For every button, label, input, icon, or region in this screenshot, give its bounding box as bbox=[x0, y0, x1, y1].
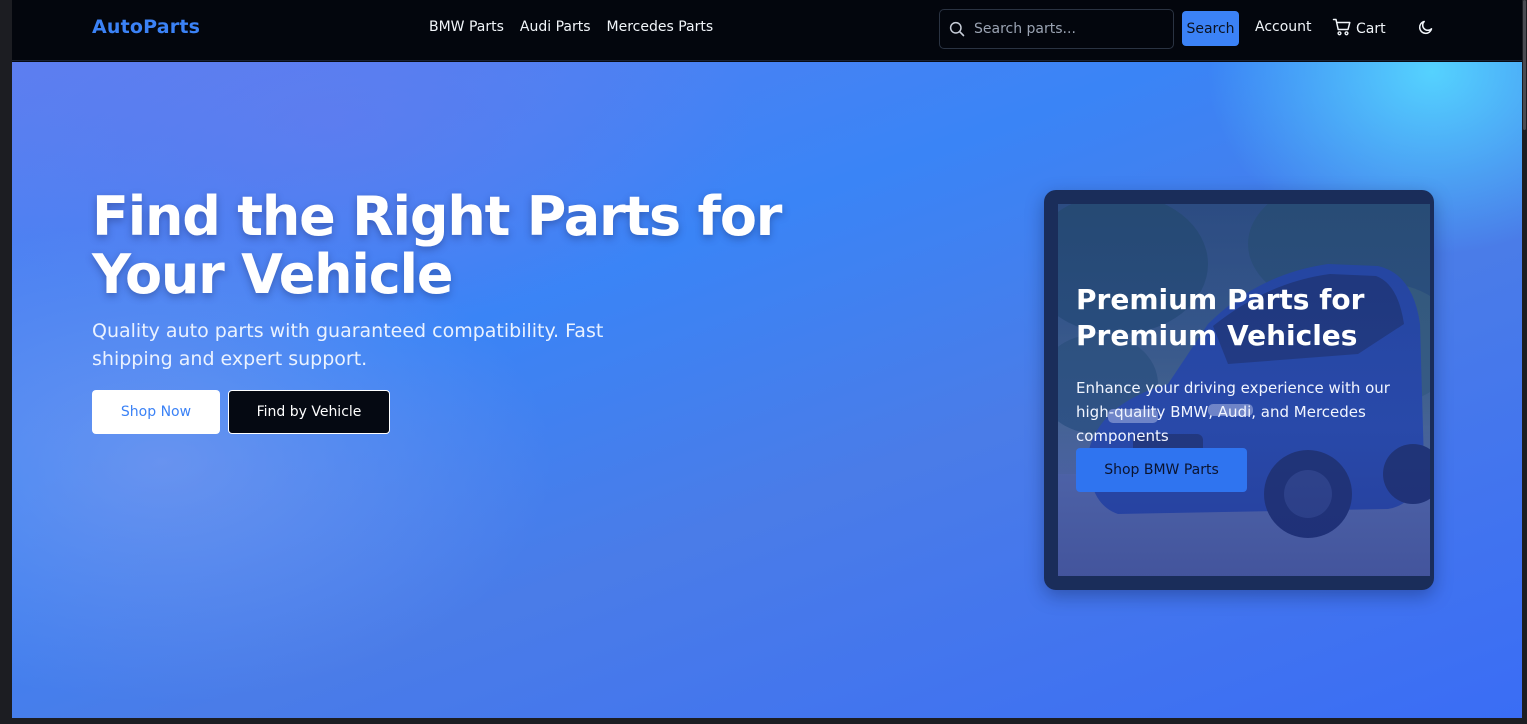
moon-icon bbox=[1418, 19, 1434, 39]
find-by-vehicle-button[interactable]: Find by Vehicle bbox=[228, 390, 390, 434]
window-bottom-edge bbox=[0, 718, 1527, 724]
nav-link-bmw-parts[interactable]: BMW Parts bbox=[429, 19, 504, 35]
page: AutoParts BMW Parts Audi Parts Mercedes … bbox=[12, 0, 1522, 718]
main-nav: BMW Parts Audi Parts Mercedes Parts bbox=[429, 19, 713, 35]
search-icon bbox=[940, 9, 974, 49]
scrollbar[interactable] bbox=[1522, 0, 1527, 724]
search-box bbox=[939, 9, 1174, 49]
promo-text: Enhance your driving experience with our… bbox=[1076, 379, 1390, 445]
scrollbar-thumb[interactable] bbox=[1523, 0, 1526, 130]
search-button[interactable]: Search bbox=[1182, 11, 1239, 46]
search-input[interactable] bbox=[974, 10, 1173, 48]
nav-link-audi-parts[interactable]: Audi Parts bbox=[520, 19, 591, 35]
promo-card: Premium Parts for Premium Vehicles Enhan… bbox=[1044, 190, 1434, 590]
shop-bmw-parts-button[interactable]: Shop BMW Parts bbox=[1076, 448, 1247, 492]
navbar: AutoParts BMW Parts Audi Parts Mercedes … bbox=[12, 0, 1522, 61]
account-link[interactable]: Account bbox=[1255, 19, 1312, 35]
browser-window: AutoParts BMW Parts Audi Parts Mercedes … bbox=[0, 0, 1527, 724]
cart-icon bbox=[1332, 17, 1352, 41]
cart-label: Cart bbox=[1356, 21, 1386, 37]
hero-section: Find the Right Parts for Your Vehicle Qu… bbox=[12, 62, 1522, 718]
brand-logo[interactable]: AutoParts bbox=[92, 16, 200, 38]
theme-toggle[interactable] bbox=[1415, 18, 1437, 40]
promo-title: Premium Parts for Premium Vehicles bbox=[1076, 283, 1365, 352]
hero-subtitle: Quality auto parts with guaranteed compa… bbox=[92, 320, 604, 370]
cart-link[interactable]: Cart bbox=[1332, 17, 1386, 41]
nav-link-mercedes-parts[interactable]: Mercedes Parts bbox=[607, 19, 714, 35]
hero-title: Find the Right Parts for Your Vehicle bbox=[92, 185, 782, 306]
window-left-edge bbox=[0, 0, 12, 724]
shop-now-button[interactable]: Shop Now bbox=[92, 390, 220, 434]
